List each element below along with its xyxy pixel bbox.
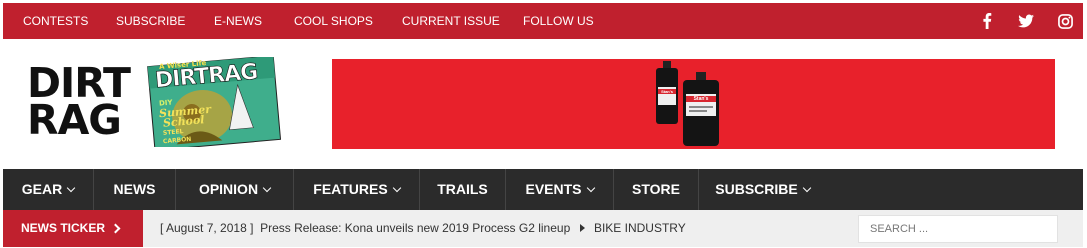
- magazine-cover-line-school: School: [162, 113, 205, 130]
- site-header: DIRT RAG A Wiser Life DIRTRAG DIY Summer…: [3, 39, 1083, 169]
- topbar-link-contests[interactable]: CONTESTS: [23, 3, 88, 39]
- nav-item-subscribe[interactable]: SUBSCRIBE: [699, 169, 826, 210]
- search-input[interactable]: [858, 215, 1058, 243]
- ticker-headline[interactable]: Press Release: Kona unveils new 2019 Pro…: [260, 221, 570, 235]
- ad-bottle-small-label: Stan's: [661, 89, 673, 94]
- topbar-link-follow-us[interactable]: FOLLOW US: [523, 3, 594, 39]
- topbar-link-cool-shops[interactable]: COOL SHOPS: [294, 3, 373, 39]
- chevron-down-icon: [66, 183, 76, 193]
- twitter-icon[interactable]: [1017, 12, 1035, 30]
- main-nav: GEAR NEWS OPINION FEATURES TRAILS EVENTS…: [3, 169, 1083, 210]
- nav-item-opinion[interactable]: OPINION: [176, 169, 293, 210]
- ticker-category[interactable]: BIKE INDUSTRY: [594, 221, 686, 235]
- news-ticker-bar: NEWS TICKER [ August 7, 2018 ] Press Rel…: [3, 210, 1083, 247]
- nav-item-news[interactable]: NEWS: [94, 169, 175, 210]
- chevron-down-icon: [392, 183, 401, 193]
- ad-bottle-large-label: Stan's: [693, 96, 709, 102]
- topbar-link-subscribe[interactable]: SUBSCRIBE: [116, 3, 185, 39]
- top-bar: CONTESTS SUBSCRIBE E-NEWS COOL SHOPS CUR…: [3, 3, 1083, 39]
- chevron-down-icon: [586, 183, 595, 193]
- ticker-item[interactable]: [ August 7, 2018 ] Press Release: Kona u…: [160, 210, 686, 247]
- nav-item-features[interactable]: FEATURES: [294, 169, 419, 210]
- topbar-link-current-issue[interactable]: CURRENT ISSUE: [402, 3, 500, 39]
- logo-line-rag: RAG: [27, 96, 122, 144]
- nav-item-events[interactable]: EVENTS: [506, 169, 613, 210]
- facebook-icon[interactable]: [978, 12, 996, 30]
- chevron-down-icon: [262, 183, 272, 193]
- instagram-icon[interactable]: [1056, 12, 1074, 30]
- magazine-cover-image[interactable]: A Wiser Life DIRTRAG DIY Summer School S…: [143, 55, 285, 151]
- news-ticker-label: NEWS TICKER: [3, 210, 143, 247]
- ad-bottle-large-image: Stan's: [682, 72, 720, 146]
- site-logo[interactable]: DIRT RAG: [27, 63, 145, 144]
- nav-item-store[interactable]: STORE: [614, 169, 698, 210]
- caret-right-icon: [579, 224, 585, 232]
- header-ad-banner[interactable]: Stan's Stan's: [332, 59, 1055, 149]
- ad-bottle-small-image: Stan's: [655, 61, 679, 124]
- nav-item-trails[interactable]: TRAILS: [420, 169, 505, 210]
- chevron-down-icon: [802, 183, 811, 193]
- nav-item-gear[interactable]: GEAR: [3, 169, 93, 210]
- ticker-date: [ August 7, 2018 ]: [160, 221, 254, 235]
- topbar-link-enews[interactable]: E-NEWS: [214, 3, 262, 39]
- page-frame: CONTESTS SUBSCRIBE E-NEWS COOL SHOPS CUR…: [3, 3, 1083, 247]
